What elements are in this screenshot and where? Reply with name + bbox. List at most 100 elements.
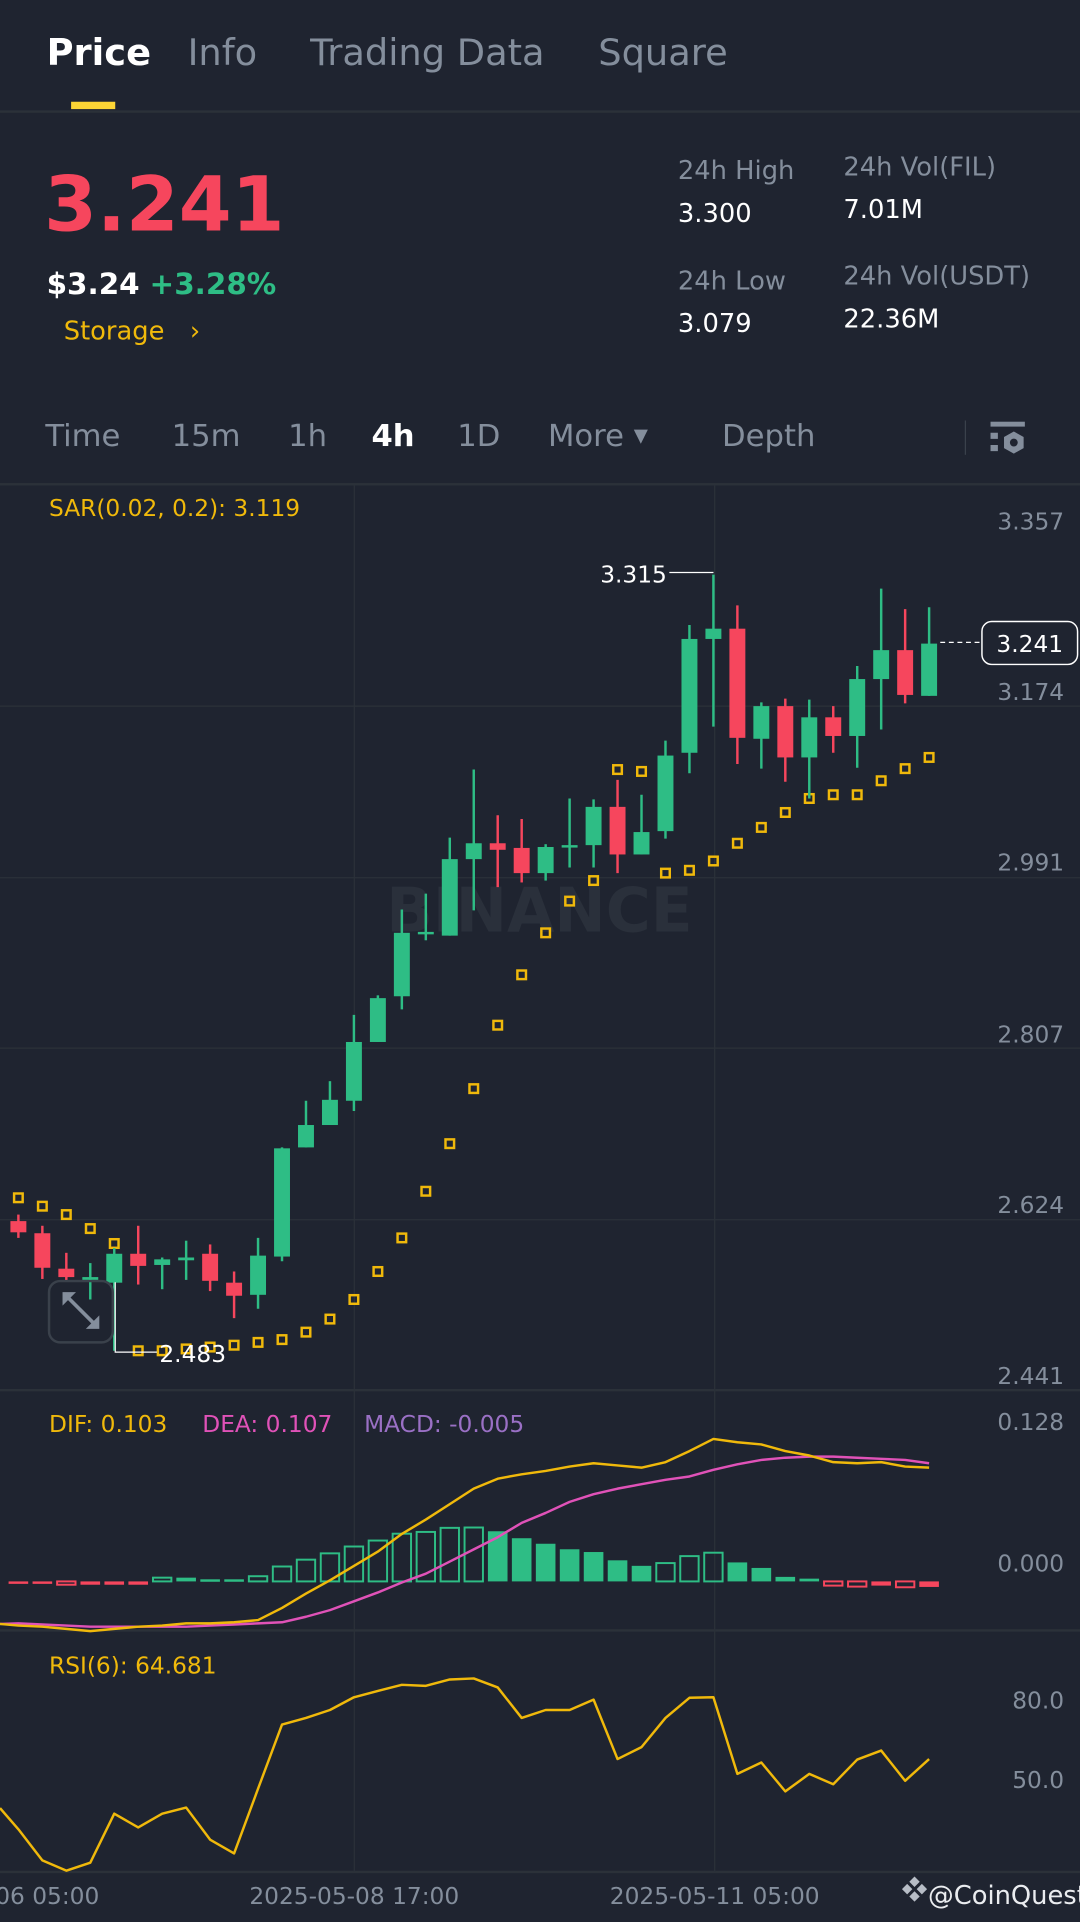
candle: [681, 624, 698, 774]
macd-histogram: [8, 1526, 939, 1589]
sar-dot: [228, 1339, 240, 1351]
candle-body: [585, 806, 602, 846]
rsi-label: RSI(6): 64.681: [49, 1652, 217, 1679]
candle: [777, 698, 794, 782]
sar-dot: [252, 1336, 264, 1348]
candle: [34, 1225, 51, 1279]
candle-body: [250, 1255, 267, 1295]
candle-body: [849, 679, 866, 736]
macd-label: MACD: -0.005: [364, 1411, 524, 1438]
candle-body: [10, 1221, 27, 1233]
sar-dot: [731, 837, 743, 849]
sar-dot: [635, 765, 648, 777]
sar-dot: [468, 1083, 480, 1095]
candle-body: [106, 1253, 123, 1283]
min-marker-line: [114, 1282, 157, 1353]
candle-body: [801, 717, 818, 758]
watermark: BINANCE: [386, 876, 692, 947]
candle-body: [513, 847, 530, 874]
candle: [298, 1100, 314, 1148]
expand-chart-button[interactable]: [47, 1279, 115, 1344]
candle: [825, 706, 842, 753]
sar-dot: [132, 1345, 144, 1357]
candle: [849, 666, 866, 768]
macd-bar: [128, 1581, 149, 1585]
sar-dot: [60, 1209, 72, 1221]
rsi-axis-label: 80.0: [1012, 1688, 1064, 1715]
macd-bar: [224, 1579, 244, 1582]
price-axis-label: 2.991: [997, 850, 1064, 877]
max-price-label: 3.315: [600, 561, 667, 588]
kline-chart[interactable]: BINANCE 3.357 3.174 2.991 2.807 2.624 2.441 0.…: [0, 0, 1080, 1922]
candle: [705, 574, 722, 727]
sar-dot: [36, 1200, 48, 1212]
candle-body: [921, 643, 938, 696]
candle: [633, 794, 650, 855]
macd-bar: [631, 1565, 652, 1582]
macd-bar: [535, 1543, 556, 1582]
candle: [897, 609, 914, 704]
candle-body: [825, 717, 842, 736]
candle-body: [465, 843, 482, 860]
macd-bar: [247, 1575, 269, 1583]
macd-bar: [80, 1581, 101, 1585]
candle: [657, 740, 674, 839]
dif-label: DIF: 0.103: [49, 1411, 167, 1438]
rsi-axis-label: 50.0: [1012, 1767, 1064, 1794]
price-axis-label: 3.174: [997, 679, 1064, 706]
time-axis-label: 2025-05-08 17:00: [249, 1883, 459, 1910]
macd-bar: [799, 1578, 820, 1582]
candle: [321, 1081, 338, 1126]
expand-icon: [62, 1292, 100, 1329]
app-screen: Price Info Trading Data Square 3.241 $3.…: [0, 0, 1080, 1922]
macd-bar: [32, 1581, 53, 1584]
candle: [921, 607, 938, 696]
dea-label: DEA: 0.107: [202, 1411, 332, 1438]
candle-body: [82, 1277, 99, 1280]
macd-bar: [871, 1581, 891, 1586]
sar-dot: [779, 806, 791, 818]
macd-bar: [894, 1580, 916, 1589]
price-axis-label: 3.357: [997, 508, 1064, 535]
candle: [585, 799, 602, 868]
candle: [561, 798, 578, 868]
candle: [154, 1257, 171, 1290]
macd-axis-label: 0.128: [997, 1409, 1064, 1436]
sar-dot: [300, 1326, 312, 1338]
sar-dot: [276, 1334, 288, 1346]
macd-bar: [823, 1580, 844, 1587]
candle: [58, 1252, 75, 1281]
min-price-label: 2.483: [159, 1341, 226, 1368]
macd-bar: [391, 1532, 413, 1583]
macd-bar: [727, 1562, 748, 1582]
macd-bar: [463, 1526, 484, 1583]
macd-bar: [200, 1579, 220, 1582]
macd-bar: [152, 1576, 173, 1583]
sar-dot: [612, 764, 624, 776]
macd-bar: [751, 1567, 772, 1582]
sar-dot: [492, 1019, 504, 1031]
candle: [130, 1225, 147, 1285]
sar-dot: [420, 1185, 432, 1197]
time-axis-label: 06 05:00: [0, 1883, 99, 1910]
macd-bar: [559, 1549, 580, 1582]
macd-bar: [511, 1538, 532, 1582]
sar-dot: [851, 789, 863, 801]
candle-body: [705, 628, 722, 639]
candle-body: [226, 1282, 243, 1296]
candle: [345, 1014, 362, 1112]
candle-body: [441, 859, 458, 936]
sar-dot: [875, 775, 887, 787]
sar-dot: [396, 1232, 408, 1244]
time-axis-label: 2025-05-11 05:00: [610, 1883, 820, 1910]
candle-body: [321, 1099, 338, 1126]
candle-body: [729, 628, 746, 738]
candle-body: [657, 755, 674, 832]
candle: [513, 819, 530, 883]
macd-bar: [176, 1577, 196, 1582]
candle: [369, 995, 386, 1042]
macd-bar: [655, 1562, 676, 1583]
sar-dot: [755, 821, 767, 833]
candle-body: [609, 806, 626, 855]
macd-bar: [775, 1576, 796, 1582]
